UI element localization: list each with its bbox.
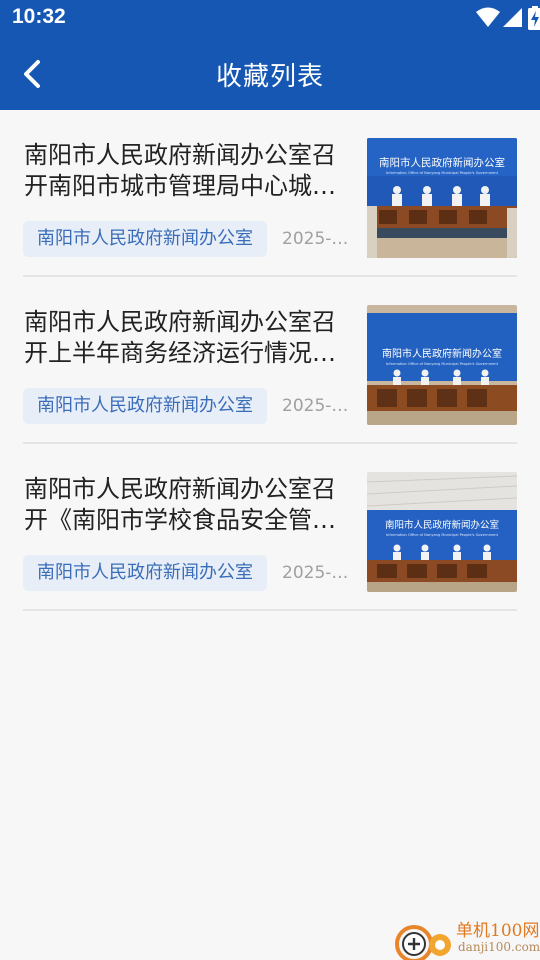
source-tag: 南阳市人民政府新闻办公室 (23, 221, 267, 257)
thumb-banner: 南阳市人民政府新闻办公室 (382, 347, 502, 360)
watermark-url: danji100.com (458, 940, 540, 954)
favorite-item[interactable]: 南阳市人民政府新闻办公室召开南阳市城市管理局中心城… 南阳市人民政府新闻办公室 … (0, 110, 540, 277)
article-title: 南阳市人民政府新闻办公室召开《南阳市学校食品安全管… (24, 475, 336, 534)
divider (23, 609, 517, 611)
app-header: 10:32 收藏列表 (0, 0, 540, 110)
watermark-name: 单机100网 (456, 921, 540, 941)
article-thumbnail: 南阳市人民政府新闻办公室 Information Office of Nanya… (367, 472, 517, 592)
thumb-banner: 南阳市人民政府新闻办公室 (385, 519, 499, 531)
thumb-banner-sub: Information Office of Nanyang Municipal … (386, 533, 499, 537)
watermark-logo-icon (395, 925, 451, 960)
publish-date: 2025-0… (282, 396, 350, 416)
signal-icon (503, 8, 522, 27)
status-time: 10:32 (12, 5, 66, 28)
source-tag: 南阳市人民政府新闻办公室 (23, 555, 267, 591)
article-thumbnail: 南阳市人民政府新闻办公室 Information Office of Nanya… (367, 305, 517, 425)
article-title: 南阳市人民政府新闻办公室召开上半年商务经济运行情况… (24, 308, 336, 367)
favorite-item[interactable]: 南阳市人民政府新闻办公室召开《南阳市学校食品安全管… 南阳市人民政府新闻办公室 … (0, 444, 540, 611)
thumb-banner-sub: Information Office of Nanyang Municipal … (386, 171, 499, 175)
status-bar: 10:32 (0, 0, 540, 36)
favorites-list: 南阳市人民政府新闻办公室召开南阳市城市管理局中心城… 南阳市人民政府新闻办公室 … (0, 110, 540, 611)
nav-bar: 收藏列表 (0, 36, 540, 110)
publish-date: 2025-0… (282, 229, 350, 249)
publish-date: 2025-0… (282, 563, 350, 583)
article-thumbnail: 南阳市人民政府新闻办公室 Information Office of Nanya… (367, 138, 517, 258)
battery-charging-icon (528, 6, 540, 30)
thumb-banner-sub: Information Office of Nanyang Municipal … (386, 362, 499, 366)
favorite-item[interactable]: 南阳市人民政府新闻办公室召开上半年商务经济运行情况… 南阳市人民政府新闻办公室 … (0, 277, 540, 444)
wifi-icon (476, 7, 500, 27)
article-title: 南阳市人民政府新闻办公室召开南阳市城市管理局中心城… (24, 141, 336, 200)
thumb-banner: 南阳市人民政府新闻办公室 (379, 156, 505, 169)
site-watermark: 单机100网 danji100.com (388, 910, 540, 960)
source-tag: 南阳市人民政府新闻办公室 (23, 388, 267, 424)
page-title: 收藏列表 (215, 62, 324, 92)
